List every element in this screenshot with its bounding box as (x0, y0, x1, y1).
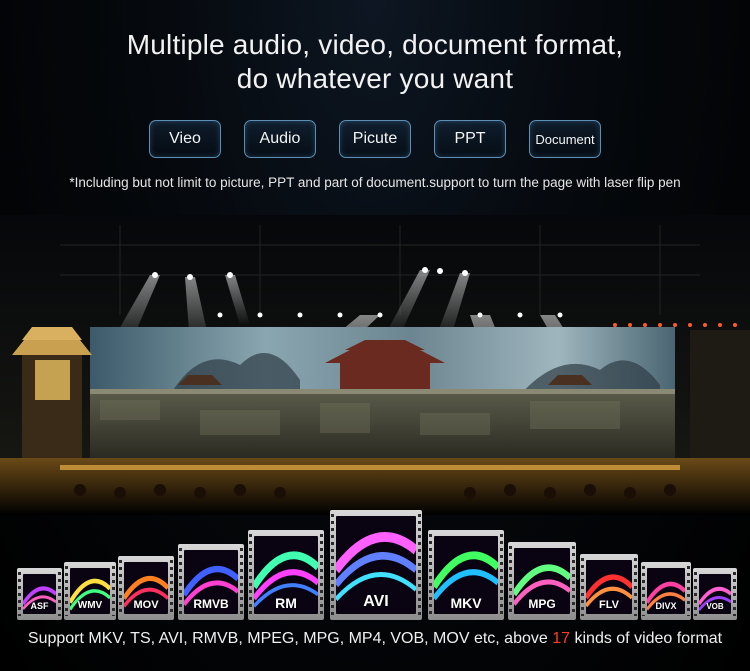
format-label: DIVX (655, 601, 677, 611)
format-frame-vob: VOB (693, 568, 737, 620)
pill-picture[interactable]: Picute (339, 120, 411, 158)
format-label: WMV (77, 600, 103, 611)
format-label: RM (275, 595, 297, 611)
pill-ppt[interactable]: PPT (434, 120, 506, 158)
format-frame-mkv: MKV (428, 530, 504, 620)
support-note: *Including but not limit to picture, PPT… (69, 175, 681, 190)
format-frame-flv: FLV (580, 554, 638, 620)
format-frame-divx: DIVX (641, 562, 691, 620)
headline-line-1: Multiple audio, video, document format, (126, 29, 624, 60)
format-label: RMVB (193, 597, 229, 611)
pill-audio[interactable]: Audio (244, 120, 316, 158)
format-film-strip: ASF WMV MOV RMVB RM AVI MKV MPG FLV DIVX… (0, 500, 750, 620)
format-frame-rm: RM (248, 530, 324, 620)
format-frame-mov: MOV (118, 556, 174, 620)
format-frame-rmvb: RMVB (178, 544, 244, 620)
footer-text-after: kinds of video format (574, 630, 723, 647)
format-label: ASF (30, 601, 49, 611)
format-label: FLV (599, 599, 619, 611)
stage-illustration (0, 215, 750, 515)
format-frame-asf: ASF (17, 568, 62, 620)
footer-text-before: Support MKV, TS, AVI, RMVB, MPEG, MPG, M… (27, 630, 548, 647)
pill-document[interactable]: Document (529, 120, 601, 158)
format-label: VOB (706, 602, 724, 611)
format-label: AVI (363, 593, 389, 610)
stage-photo (0, 215, 750, 515)
footer-count: 17 (552, 630, 571, 647)
format-label: MKV (450, 595, 482, 611)
page: Multiple audio, video, document format, … (0, 0, 750, 671)
format-frame-avi: AVI (330, 510, 422, 620)
format-frame-wmv: WMV (64, 562, 116, 620)
pill-video[interactable]: Vieo (149, 120, 221, 158)
format-frame-mpg: MPG (508, 542, 576, 620)
headline-line-2: do whatever you want (236, 63, 514, 94)
footer-caption: Support MKV, TS, AVI, RMVB, MPEG, MPG, M… (0, 630, 750, 648)
format-label: MOV (133, 599, 159, 611)
format-pill-row: Vieo Audio Picute PPT Document (0, 120, 750, 158)
format-label: MPG (528, 597, 556, 611)
